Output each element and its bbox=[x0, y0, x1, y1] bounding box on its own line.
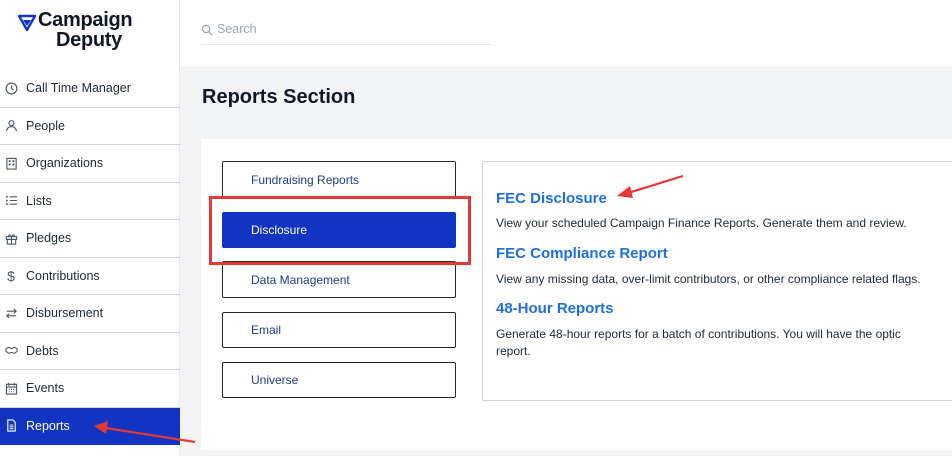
annotation-arrows bbox=[94, 174, 684, 444]
arrow-to-fec-disclosure bbox=[617, 174, 684, 198]
arrow-to-reports-nav bbox=[94, 421, 196, 444]
